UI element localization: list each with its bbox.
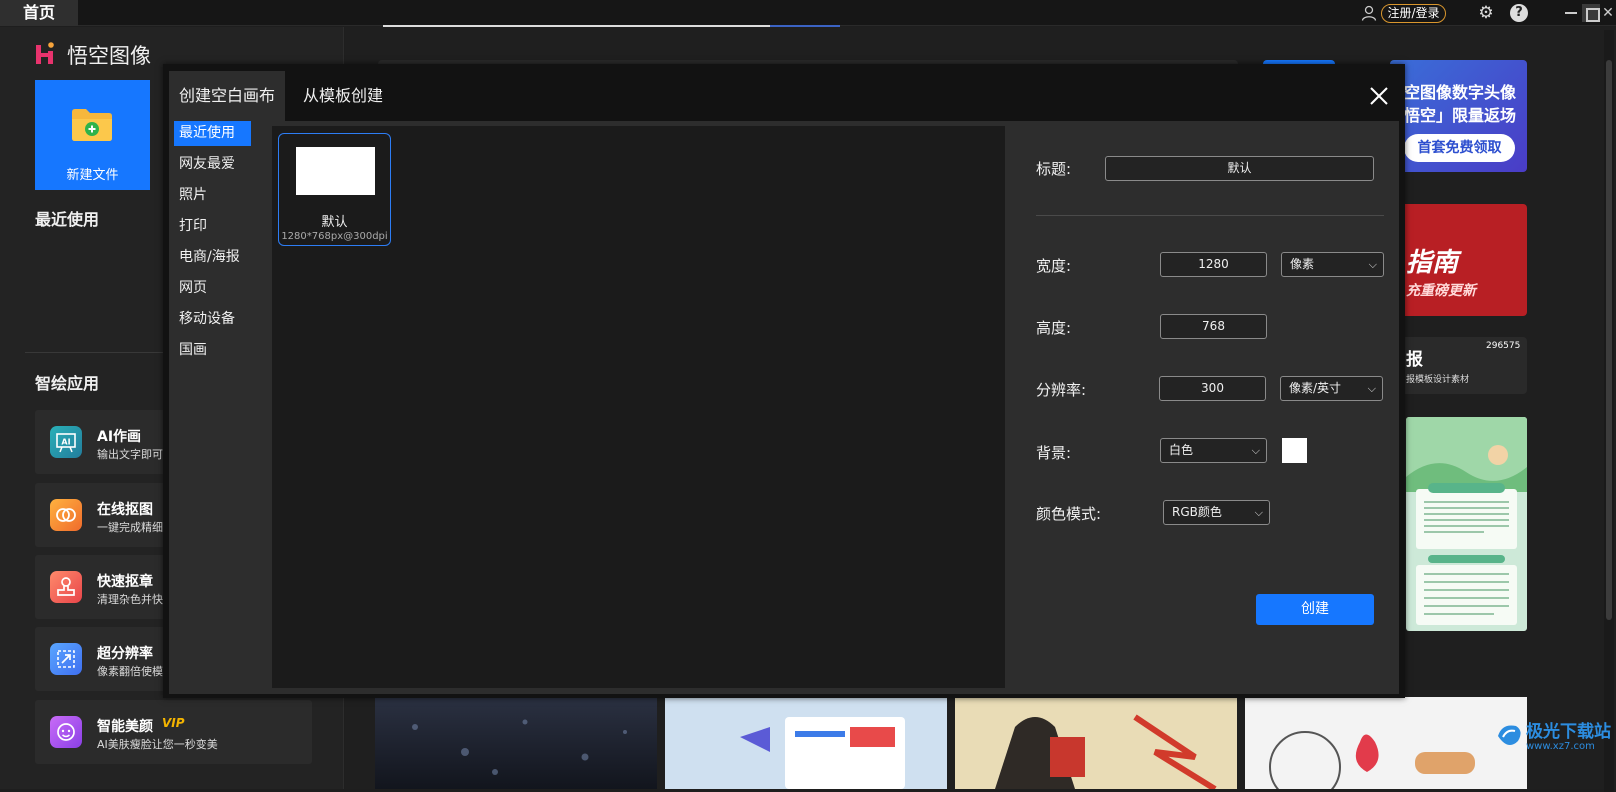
recent-title: 最近使用 bbox=[35, 210, 100, 229]
app-name: AI作画 bbox=[97, 429, 142, 445]
title-label: 标题: bbox=[1036, 160, 1072, 178]
watermark: 极光下载站 www.xz7.com bbox=[1494, 715, 1616, 757]
banner-avatar[interactable]: 空图像数字头像 悟空」限量返场 首套免费领取 bbox=[1390, 60, 1527, 172]
category-print[interactable]: 打印 bbox=[174, 214, 251, 239]
banner-claim-button[interactable]: 首套免费领取 bbox=[1404, 134, 1515, 162]
category-photo[interactable]: 照片 bbox=[174, 183, 251, 208]
hot-count: 296575 bbox=[1486, 341, 1521, 351]
category-recent[interactable]: 最近使用 bbox=[174, 121, 251, 146]
new-file-button[interactable]: 新建文件 bbox=[35, 80, 150, 190]
color-mode-select[interactable]: RGB颜色 ⌵ bbox=[1163, 500, 1270, 525]
resolution-label: 分辨率: bbox=[1036, 381, 1087, 399]
width-unit-value: 像素 bbox=[1290, 257, 1315, 271]
window-close-icon[interactable]: ✕ bbox=[1600, 0, 1616, 26]
template-thumbnail[interactable] bbox=[1245, 697, 1527, 789]
app-desc: 一键完成精细 bbox=[97, 521, 163, 534]
maximize-icon[interactable] bbox=[1582, 4, 1600, 22]
ai-apps-title: 智绘应用 bbox=[35, 374, 100, 393]
banner-title: 空图像数字头像 bbox=[1404, 83, 1517, 102]
new-canvas-dialog: 创建空白画布 从模板创建 最近使用 网友最爱 照片 打印 电商/海报 网页 移动… bbox=[163, 64, 1405, 698]
category-favorites[interactable]: 网友最爱 bbox=[174, 152, 251, 177]
height-input[interactable]: 768 bbox=[1160, 314, 1267, 339]
watermark-title: 极光下载站 bbox=[1526, 722, 1611, 742]
background-value: 白色 bbox=[1169, 443, 1194, 457]
scrollbar-thumb[interactable] bbox=[1606, 60, 1612, 620]
preset-size: 1280*768px@300dpi bbox=[281, 231, 388, 242]
new-file-label: 新建文件 bbox=[66, 168, 119, 183]
banner-title: 报 bbox=[1406, 350, 1423, 370]
chevron-down-icon: ⌵ bbox=[1367, 382, 1376, 395]
resolution-unit-select[interactable]: 像素/英寸 ⌵ bbox=[1280, 376, 1383, 401]
watermark-url: www.xz7.com bbox=[1526, 741, 1595, 752]
height-label: 高度: bbox=[1036, 319, 1072, 337]
app-desc: AI美肤瘦脸让您一秒变美 bbox=[97, 738, 218, 751]
upscale-icon bbox=[50, 643, 82, 675]
banner-title: 指南 bbox=[1406, 248, 1459, 278]
resolution-input[interactable]: 300 bbox=[1159, 376, 1266, 401]
template-thumbnail[interactable] bbox=[955, 697, 1237, 789]
help-icon[interactable]: ? bbox=[1510, 4, 1528, 22]
ai-paint-icon: AI bbox=[50, 426, 82, 458]
title-bar: 首页 注册/登录 ⚙ ? ✕ bbox=[0, 0, 1616, 26]
preset-preview bbox=[296, 147, 375, 195]
tab-from-template[interactable]: 从模板创建 bbox=[293, 71, 393, 121]
chevron-down-icon: ⌵ bbox=[1368, 258, 1377, 271]
user-icon[interactable] bbox=[1361, 5, 1377, 21]
beauty-icon bbox=[50, 716, 82, 748]
resolution-unit-value: 像素/英寸 bbox=[1289, 381, 1342, 395]
app-desc: 输出文字即可 bbox=[97, 448, 163, 461]
category-mobile[interactable]: 移动设备 bbox=[174, 307, 251, 332]
dialog-body: 最近使用 网友最爱 照片 打印 电商/海报 网页 移动设备 国画 默认 1280… bbox=[169, 121, 1399, 694]
login-button[interactable]: 注册/登录 bbox=[1381, 4, 1446, 23]
app-desc: 清理杂色并快 bbox=[97, 593, 163, 606]
folder-add-icon bbox=[72, 109, 112, 141]
width-input[interactable]: 1280 bbox=[1160, 252, 1267, 277]
background-color-swatch[interactable] bbox=[1282, 438, 1307, 463]
category-ecommerce[interactable]: 电商/海报 bbox=[174, 245, 251, 270]
app-logo-icon bbox=[36, 42, 54, 64]
close-icon[interactable] bbox=[1367, 84, 1391, 108]
svg-text:AI: AI bbox=[61, 438, 70, 447]
app-name: 快速抠章 bbox=[97, 574, 153, 590]
tab-blank-canvas[interactable]: 创建空白画布 bbox=[169, 71, 285, 121]
banner-subtitle: 报模板设计素材 bbox=[1406, 375, 1470, 385]
chevron-down-icon: ⌵ bbox=[1254, 506, 1263, 519]
background-select[interactable]: 白色 ⌵ bbox=[1160, 438, 1267, 463]
banner-poster[interactable]: 296575 报 报模板设计素材 bbox=[1390, 337, 1527, 394]
watermark-logo-icon bbox=[1498, 725, 1521, 745]
template-thumbnail[interactable] bbox=[665, 697, 947, 789]
divider bbox=[1036, 215, 1384, 216]
poster-thumbnail[interactable] bbox=[1406, 417, 1527, 631]
app-name: 悟空图像 bbox=[67, 44, 151, 68]
width-label: 宽度: bbox=[1036, 257, 1072, 275]
background-label: 背景: bbox=[1036, 444, 1072, 462]
width-unit-select[interactable]: 像素 ⌵ bbox=[1281, 252, 1384, 277]
minimize-icon[interactable] bbox=[1565, 12, 1577, 14]
chevron-down-icon: ⌵ bbox=[1251, 444, 1260, 457]
template-thumbnail[interactable] bbox=[375, 697, 657, 789]
app-name: 在线抠图 bbox=[97, 502, 153, 518]
banner-guide[interactable]: 指南 充重磅更新 bbox=[1390, 204, 1527, 316]
cutout-icon bbox=[50, 499, 82, 531]
create-button[interactable]: 创建 bbox=[1256, 594, 1374, 625]
gear-icon[interactable]: ⚙ bbox=[1476, 3, 1496, 23]
category-chinese-painting[interactable]: 国画 bbox=[174, 338, 251, 363]
banner-subtitle: 充重磅更新 bbox=[1406, 283, 1476, 299]
color-mode-label: 颜色模式: bbox=[1036, 505, 1102, 523]
preset-name: 默认 bbox=[321, 215, 348, 230]
divider bbox=[770, 25, 840, 27]
category-web[interactable]: 网页 bbox=[174, 276, 251, 301]
tab-home[interactable]: 首页 bbox=[0, 0, 78, 26]
preset-card[interactable]: 默认 1280*768px@300dpi bbox=[278, 133, 391, 246]
app-name: 智能美颜 bbox=[97, 719, 153, 735]
stamp-icon bbox=[50, 571, 82, 603]
title-input[interactable]: 默认 bbox=[1105, 156, 1374, 181]
app-name: 超分辨率 bbox=[97, 646, 153, 662]
app-desc: 像素翻倍使模 bbox=[97, 665, 163, 678]
preset-list: 默认 1280*768px@300dpi bbox=[272, 126, 1005, 688]
color-mode-value: RGB颜色 bbox=[1172, 505, 1222, 519]
app-card-beauty[interactable]: 智能美颜 VIP AI美肤瘦脸让您一秒变美 bbox=[35, 700, 312, 764]
banner-subtitle: 悟空」限量返场 bbox=[1404, 106, 1517, 125]
vip-badge: VIP bbox=[162, 716, 185, 730]
